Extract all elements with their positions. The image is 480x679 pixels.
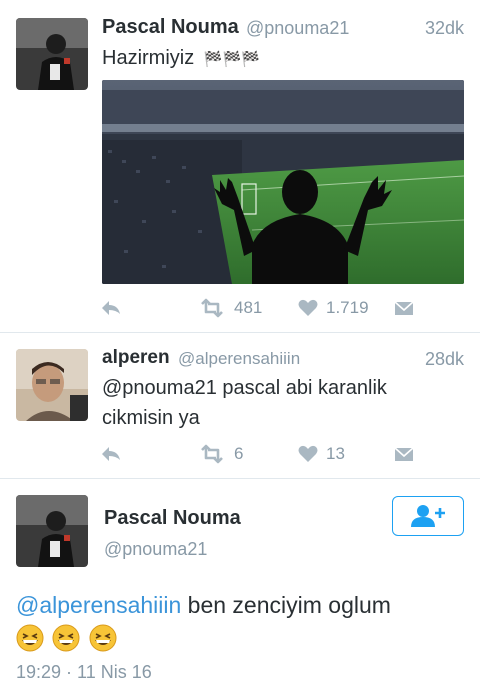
retweet-icon [201,444,223,464]
add-user-icon [411,505,445,527]
avatar[interactable] [16,495,88,567]
mention-link[interactable]: @alperensahiiin [16,592,181,618]
emoji-row [16,624,121,652]
tweet-text-line-2: cikmisin ya [102,407,200,429]
retweet-button[interactable]: 481 [198,293,262,323]
envelope-icon [394,447,414,461]
like-count: 1.719 [326,298,369,317]
retweet-count: 481 [234,298,263,317]
reply-icon [102,447,120,461]
dm-button[interactable] [394,439,414,469]
stadium-photo [102,80,464,284]
envelope-icon [394,301,414,315]
tweet-text-body: Hazirmiyiz [102,47,195,69]
reply-button[interactable] [100,439,122,469]
user-name[interactable]: Pascal Nouma [104,507,241,530]
tweet-photo[interactable] [102,80,464,284]
tweet-text-line-1: @pnouma21 pascal abi karanlik [102,377,387,399]
tweet-actions: 481 1.719 [100,293,470,323]
avatar-image [16,18,88,90]
like-button[interactable]: 1.719 [298,293,369,323]
like-count: 13 [326,444,345,463]
tweet-text: @alperensahiiin ben zenciyim oglum [16,590,391,620]
user-handle[interactable]: @pnouma21 [246,18,349,39]
reply-button[interactable] [100,293,122,323]
checkered-flag-emojis: 🏁🏁🏁 [203,51,260,68]
retweet-icon [201,298,223,318]
retweet-count: 6 [234,444,244,463]
user-handle[interactable]: @pnouma21 [104,539,207,560]
laughing-emoji-icon [52,624,80,652]
tweet-actions: 6 13 [100,439,470,469]
tweet-1[interactable]: Pascal Nouma @pnouma21 32dk Hazirmiyiz 🏁… [0,0,480,330]
avatar[interactable] [16,349,88,421]
retweet-button[interactable]: 6 [198,439,243,469]
tweet-time[interactable]: 32dk [425,18,464,39]
avatar[interactable] [16,18,88,90]
laughing-emoji-icon [89,624,117,652]
dm-button[interactable] [394,293,414,323]
tweet-timestamp: 19:29 · 11 Nis 16 [16,662,152,679]
tweet-time[interactable]: 28dk [425,349,464,370]
user-handle[interactable]: @alperensahiiin [178,349,300,369]
user-name[interactable]: alperen [102,347,170,369]
heart-icon [298,445,318,462]
tweet-text: @pnouma21 pascal abi karanlik cikmisin y… [102,373,387,433]
laughing-emoji-icon [16,624,44,652]
tweet-2[interactable]: alperen @alperensahiiin 28dk @pnouma21 p… [0,333,480,478]
avatar-image [16,349,88,421]
like-button[interactable]: 13 [298,439,345,469]
heart-icon [298,299,318,316]
tweet-text: Hazirmiyiz 🏁🏁🏁 [102,43,260,75]
tweet-text-body: ben zenciyim oglum [181,592,391,618]
reply-icon [102,301,120,315]
avatar-image [16,495,88,567]
follow-button[interactable] [392,496,464,536]
user-name[interactable]: Pascal Nouma [102,16,239,39]
